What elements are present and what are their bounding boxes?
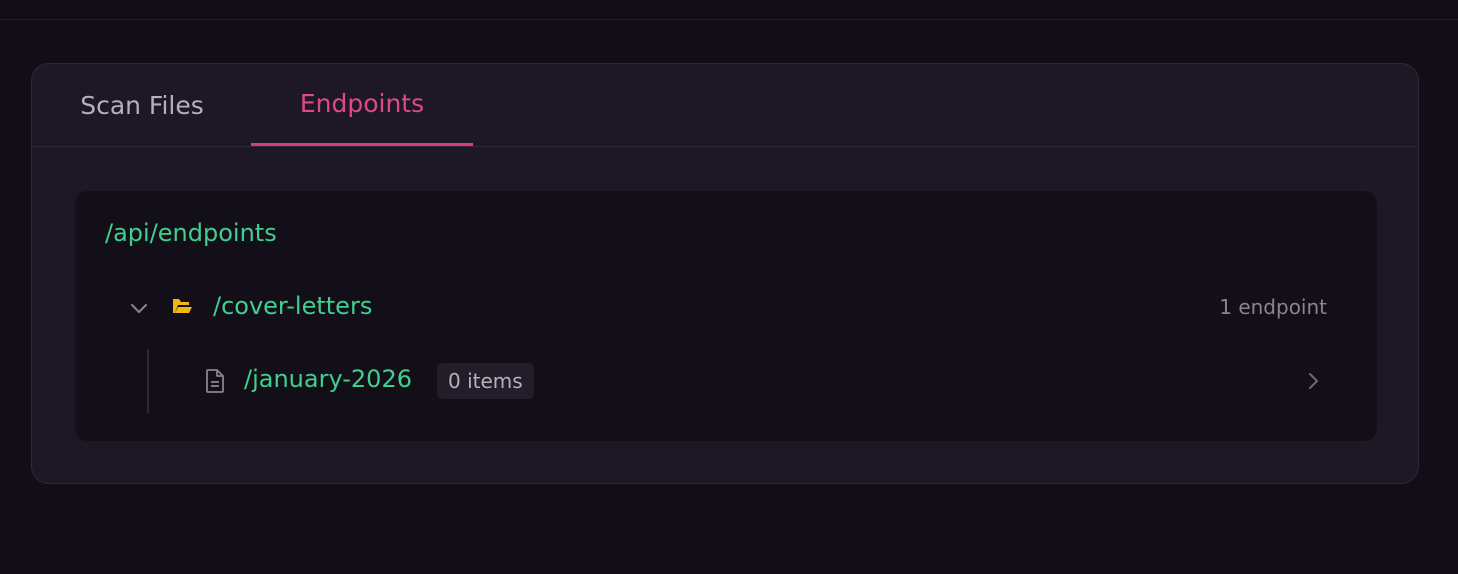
endpoint-count: 1 endpoint <box>1219 295 1327 319</box>
chevron-down-icon[interactable] <box>127 296 151 320</box>
chevron-right-icon[interactable] <box>1301 369 1325 393</box>
file-row-january-2026[interactable]: /january-2026 0 items <box>75 355 1377 407</box>
tab-bar: Scan Files Endpoints <box>32 64 1418 147</box>
endpoints-tree-panel: /api/endpoints /cover-letters 1 endpoint… <box>75 191 1377 441</box>
folder-row-cover-letters[interactable]: /cover-letters 1 endpoint <box>75 283 1377 333</box>
top-divider <box>0 19 1458 20</box>
endpoints-card: Scan Files Endpoints /api/endpoints /cov… <box>31 63 1419 484</box>
root-path: /api/endpoints <box>105 219 277 247</box>
file-text-icon <box>206 369 224 393</box>
items-count-badge: 0 items <box>437 363 534 399</box>
endpoint-name: /january-2026 <box>244 365 412 393</box>
folder-open-icon <box>173 299 192 313</box>
tab-scan-files[interactable]: Scan Files <box>32 64 252 146</box>
folder-name: /cover-letters <box>213 292 373 320</box>
tab-endpoints[interactable]: Endpoints <box>251 64 473 146</box>
